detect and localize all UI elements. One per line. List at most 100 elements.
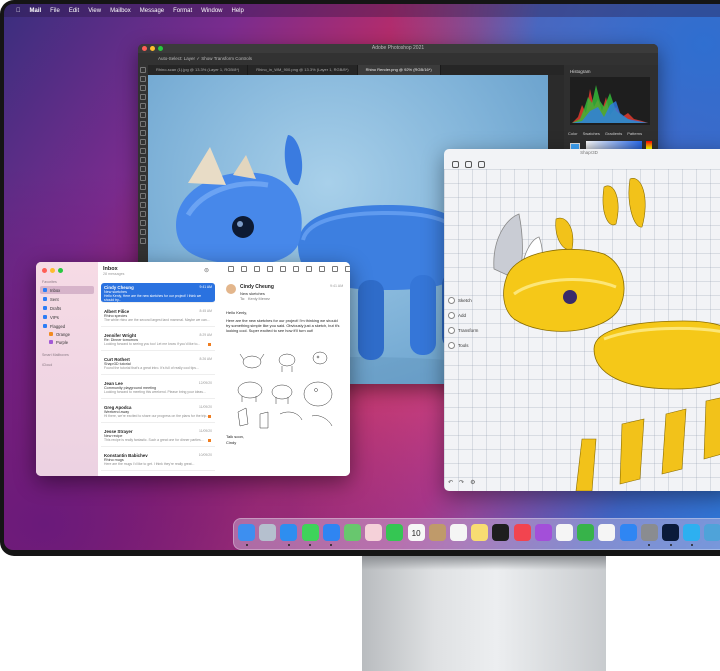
photoshop-options-bar[interactable]: Auto-Select: Layer ✓ Show Transform Cont… (138, 53, 658, 65)
apple-icon[interactable]:  (16, 8, 21, 14)
sidebar-item-inbox[interactable]: Inbox (40, 286, 94, 294)
dock-tv-icon[interactable] (492, 524, 510, 541)
path-select-icon[interactable] (140, 211, 146, 217)
dock-launchpad-icon[interactable] (259, 524, 277, 541)
close-button[interactable] (42, 268, 47, 273)
dock-keynote-icon[interactable] (598, 524, 616, 541)
junk-icon[interactable] (280, 266, 286, 272)
lasso-tool-icon[interactable] (140, 85, 146, 91)
sidebar-item-flagged[interactable]: Flagged (40, 322, 94, 330)
redo-icon[interactable]: ↷ (459, 479, 464, 486)
dock-messages-icon[interactable] (301, 524, 319, 541)
reply-icon[interactable] (293, 266, 299, 272)
menu-window[interactable]: Window (201, 8, 222, 14)
share-icon[interactable] (478, 161, 485, 168)
menu-file[interactable]: File (50, 8, 60, 14)
dock-news-icon[interactable] (556, 524, 573, 541)
dock-folder-icon[interactable] (704, 524, 720, 541)
dock-shapr3d-icon[interactable] (683, 524, 701, 541)
menu-app-name[interactable]: Mail (30, 8, 42, 14)
blur-tool-icon[interactable] (140, 175, 146, 181)
eraser-tool-icon[interactable] (140, 157, 146, 163)
archive-icon[interactable] (254, 266, 260, 272)
dock-music-icon[interactable] (513, 524, 531, 541)
message-list-item[interactable]: Albert Filice Rhino species The white rhin… (101, 307, 215, 327)
dock-finder-icon[interactable] (238, 524, 255, 541)
message-list-item[interactable]: Jesse Strayer New recipe This recipe is re… (101, 427, 215, 447)
menu-help[interactable]: Help (232, 8, 244, 14)
compose-icon[interactable] (241, 266, 247, 272)
stamp-tool-icon[interactable] (140, 139, 146, 145)
dodge-tool-icon[interactable] (140, 184, 146, 190)
menu-message[interactable]: Message (140, 8, 164, 14)
help-icon[interactable] (465, 161, 472, 168)
dock-app-store-icon[interactable] (619, 524, 637, 541)
type-tool-icon[interactable] (140, 202, 146, 208)
history-brush-icon[interactable] (140, 148, 146, 154)
brush-tool-icon[interactable] (140, 130, 146, 136)
dock-notes-icon[interactable] (471, 524, 489, 541)
dock-mail-icon[interactable] (322, 524, 340, 541)
sidebar-item-purple[interactable]: Purple (46, 338, 94, 346)
message-list-item[interactable]: Konstantin Babichev Rhino mugs Here are th… (101, 451, 215, 471)
zoom-button[interactable] (158, 46, 163, 51)
tab-swatches[interactable]: Swatches (583, 131, 600, 136)
doc-tab-rhino-scan[interactable]: Rhino-scan (1).jpg @ 13.3% (Layer 1, RGB… (148, 65, 249, 75)
menu-view[interactable]: View (88, 8, 101, 14)
tool-tools[interactable]: Tools (448, 342, 478, 349)
sidebar-item-drafts[interactable]: Drafts (40, 304, 94, 312)
zoom-button[interactable] (58, 268, 63, 273)
dock-numbers-icon[interactable] (577, 524, 595, 541)
dock-photoshop-icon[interactable] (662, 524, 679, 541)
marquee-tool-icon[interactable] (140, 76, 146, 82)
message-list-item[interactable]: Cindy Cheung New sketches Hello Kenly, Her… (101, 283, 215, 303)
settings-icon[interactable]: ⚙ (470, 479, 475, 486)
tool-sketch[interactable]: Sketch (448, 297, 478, 304)
dock-podcasts-icon[interactable] (534, 524, 552, 541)
dock-photos-icon[interactable] (365, 524, 383, 541)
dock-facetime-icon[interactable] (386, 524, 404, 541)
undo-icon[interactable]: ↶ (448, 479, 453, 486)
forward-icon[interactable] (319, 266, 325, 272)
message-list-item[interactable]: Jean Lee Community playground meeting Look… (101, 379, 215, 399)
hand-tool-icon[interactable] (140, 229, 146, 235)
select-tool-icon[interactable] (140, 94, 146, 100)
menu-format[interactable]: Format (173, 8, 192, 14)
sidebar-item-sent[interactable]: Sent (40, 295, 94, 303)
shape-tool-icon[interactable] (140, 220, 146, 226)
flag-icon[interactable] (332, 266, 338, 272)
dock-safari-icon[interactable] (280, 524, 298, 541)
dock-calendar-icon[interactable]: 10 (407, 524, 425, 541)
eyedropper-tool-icon[interactable] (140, 112, 146, 118)
grid-icon[interactable] (452, 161, 459, 168)
zoom-tool-icon[interactable] (140, 238, 146, 244)
gradient-tool-icon[interactable] (140, 166, 146, 172)
filter-icon[interactable]: ⊜ (204, 267, 209, 274)
sidebar-item-vips[interactable]: VIPs (40, 313, 94, 321)
dock-maps-icon[interactable] (344, 524, 361, 541)
trash-icon[interactable] (267, 266, 273, 272)
menu-edit[interactable]: Edit (69, 8, 79, 14)
menu-mailbox[interactable]: Mailbox (110, 8, 131, 14)
doc-tab-rhino-wm[interactable]: Rhino_in_WM_900.png @ 13.3% (Layer 1, RG… (248, 65, 358, 75)
reply-all-icon[interactable] (306, 266, 312, 272)
minimize-button[interactable] (50, 268, 55, 273)
shapr3d-viewport[interactable] (444, 169, 720, 491)
mailbox-icon[interactable] (228, 266, 234, 272)
move-tool-icon[interactable] (140, 67, 146, 73)
message-list-item[interactable]: Jennifer Wright Re: Dinner tomorrow Lookin… (101, 331, 215, 351)
message-list-item[interactable]: Greg Apodca Weekend away Hi there, we're e… (101, 403, 215, 423)
doc-tab-rhino-render[interactable]: Rhino Render.png @ 92% (RGB/16*) (357, 65, 441, 75)
tab-patterns[interactable]: Patterns (627, 131, 642, 136)
heal-tool-icon[interactable] (140, 121, 146, 127)
tool-add[interactable]: Add (448, 312, 478, 319)
crop-tool-icon[interactable] (140, 103, 146, 109)
close-button[interactable] (142, 46, 147, 51)
sidebar-item-orange[interactable]: Orange (46, 330, 94, 338)
tab-color[interactable]: Color (568, 131, 578, 136)
tab-gradients[interactable]: Gradients (605, 131, 622, 136)
tool-transform[interactable]: Transform (448, 327, 478, 334)
dock-contacts-icon[interactable] (428, 524, 446, 541)
message-list-item[interactable]: Curt Rothert Shapr3D tutorial Found the tu… (101, 355, 215, 375)
search-icon[interactable] (345, 266, 350, 272)
